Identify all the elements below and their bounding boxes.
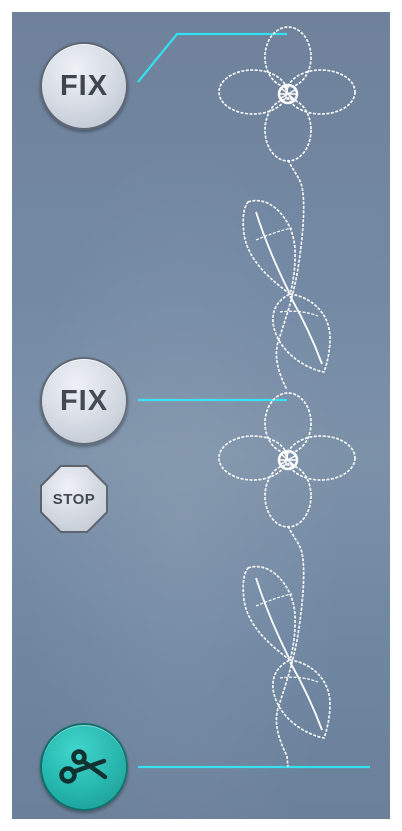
thread-cut-button[interactable] [40, 723, 128, 811]
fix-button-label: FIX [59, 384, 109, 417]
fix-button-top[interactable]: FIX [40, 42, 128, 130]
stitch-motif-1 [217, 25, 357, 392]
scissors-icon [59, 749, 108, 784]
stop-button-label: STOP [52, 490, 96, 508]
stitch-motif-2 [217, 391, 357, 758]
leader-lines [137, 32, 370, 769]
stop-button[interactable]: STOP [40, 465, 108, 533]
fix-button-middle[interactable]: FIX [40, 357, 128, 445]
stitch-sequence-panel: FIX FIX STOP [12, 12, 390, 819]
stop-octagon-icon: STOP [42, 467, 106, 531]
fix-button-label: FIX [59, 69, 109, 102]
stitch-end [286, 755, 289, 768]
